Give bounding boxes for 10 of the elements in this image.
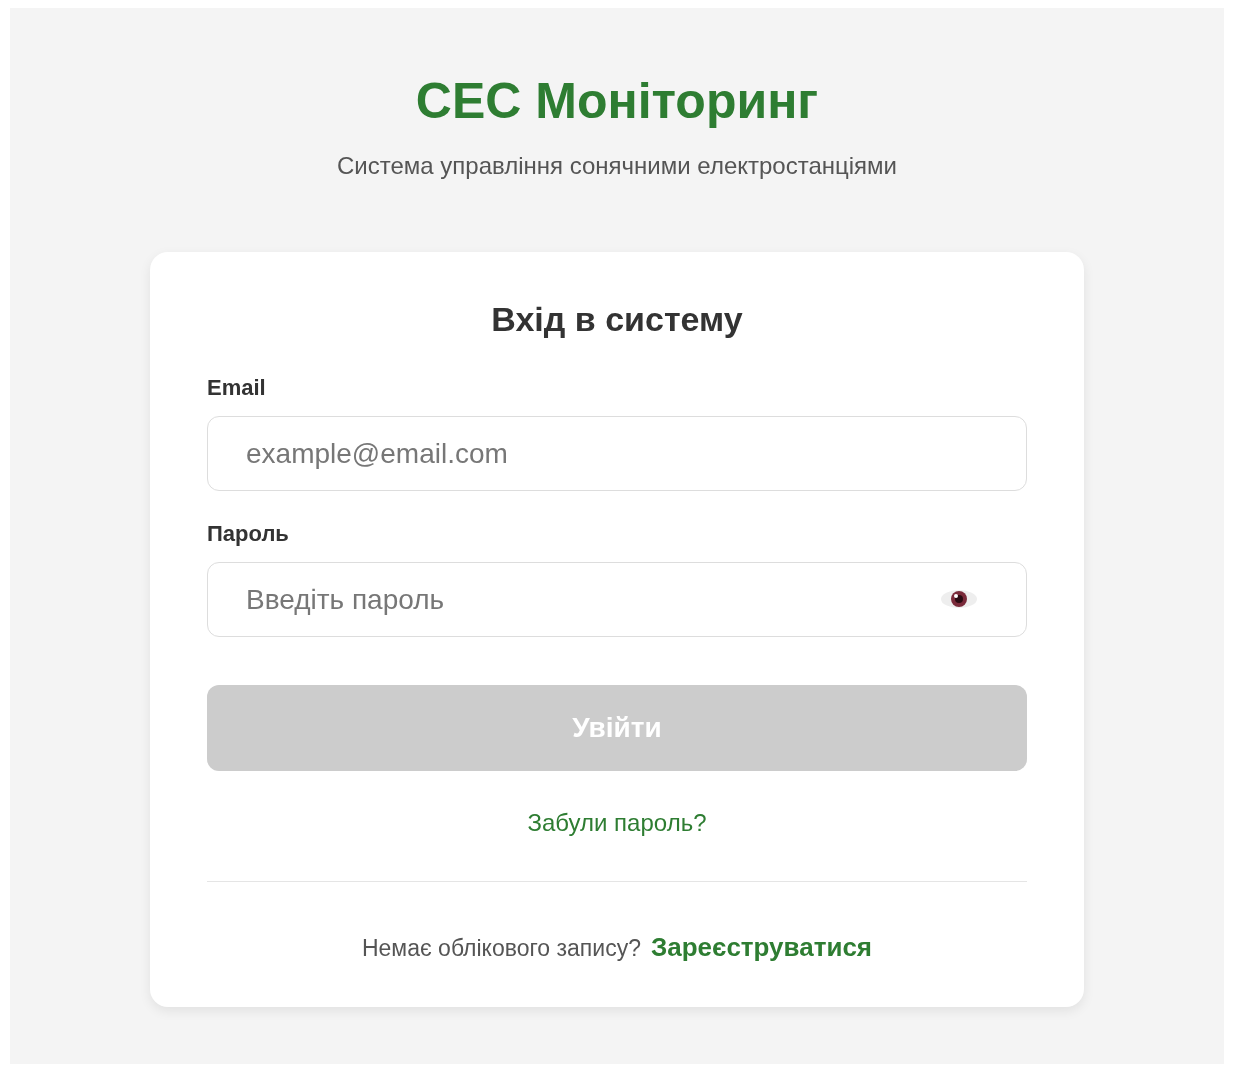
field-label: Пароль xyxy=(207,520,290,548)
field-label: Email xyxy=(207,374,267,402)
no-account-text: Немає облікового запису? xyxy=(361,934,641,963)
card-title: Вхід в систему xyxy=(490,299,744,340)
app-title: СЕС Моніторинг xyxy=(415,76,819,126)
app-subtitle: Система управління сонячними електростанціями xyxy=(337,151,897,181)
forgot-password-link[interactable]: Забули пароль? xyxy=(527,805,707,841)
register-link[interactable]: Зареєструватися xyxy=(650,928,873,967)
password-field[interactable]: Введіть пароль xyxy=(207,562,1027,637)
email-field[interactable]: example@email.com xyxy=(207,416,1027,491)
